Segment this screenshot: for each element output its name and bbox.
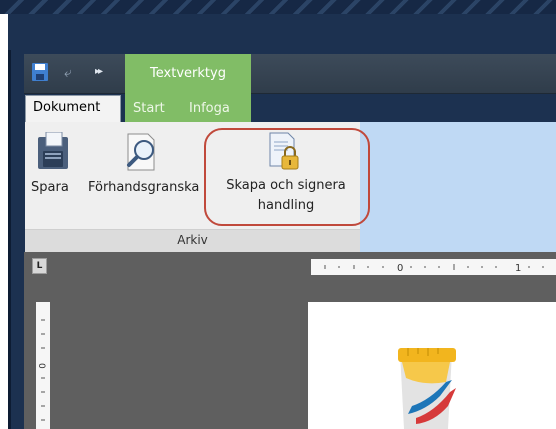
horizontal-ruler[interactable]: 0 1 xyxy=(311,259,556,275)
tab-start[interactable]: Start xyxy=(133,101,165,116)
ruler-number-0: 0 xyxy=(397,263,403,274)
preview-label: Förhandsgranska xyxy=(88,180,200,195)
window-top-stripe xyxy=(0,0,556,14)
tab-stop-selector[interactable]: L xyxy=(32,258,47,274)
ribbon-group-footer: Arkiv xyxy=(25,229,360,252)
ribbon-empty-area xyxy=(360,122,556,252)
tab-infoga[interactable]: Infoga xyxy=(189,101,230,116)
save-label: Spara xyxy=(31,180,69,195)
context-group-label: Textverktyg xyxy=(150,66,226,81)
undo-icon[interactable]: ⤶ xyxy=(64,65,72,81)
more-commands-icon[interactable]: ▸▸ xyxy=(95,66,103,77)
brush-logo xyxy=(398,348,456,429)
document-page[interactable] xyxy=(308,302,556,429)
window-left-border xyxy=(8,50,11,429)
vertical-ruler[interactable]: 0 xyxy=(36,302,50,429)
group-label-arkiv: Arkiv xyxy=(177,233,208,247)
preview-button[interactable]: Förhandsgranska xyxy=(86,128,204,200)
magnifier-icon xyxy=(127,133,155,171)
ruler-number-1: 1 xyxy=(515,263,521,274)
floppy-disk-icon xyxy=(38,132,68,169)
highlight-outline xyxy=(204,128,370,226)
tab-dokument[interactable]: Dokument xyxy=(25,95,121,123)
save-icon[interactable] xyxy=(32,63,48,81)
save-button[interactable]: Spara xyxy=(28,128,78,200)
quick-access-toolbar: ⤶ ▸▸ xyxy=(24,54,556,94)
vruler-number-0: 0 xyxy=(36,363,46,369)
